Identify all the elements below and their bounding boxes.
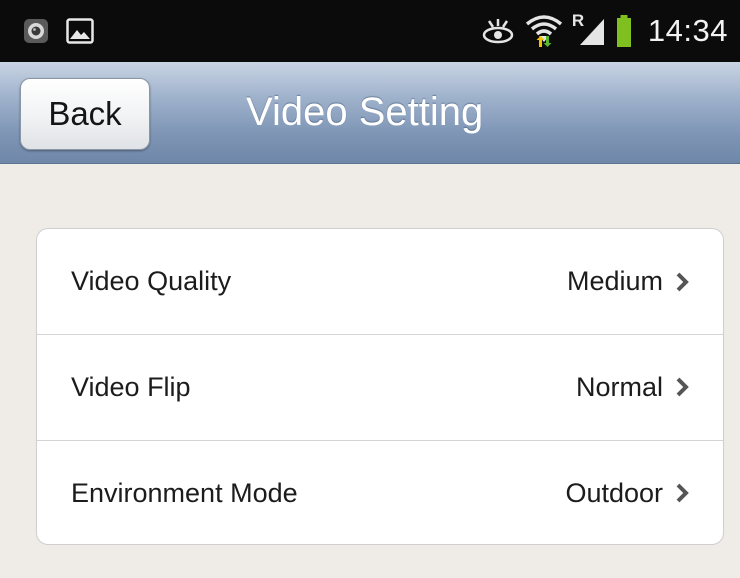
setting-value: Normal [575, 371, 663, 402]
wifi-icon [524, 15, 564, 47]
signal-icon: R [572, 11, 606, 45]
back-button[interactable]: Back [20, 78, 150, 150]
eye-icon [480, 17, 516, 45]
setting-value: Medium [566, 266, 663, 296]
setting-label: Video Quality [71, 266, 232, 296]
image-icon [66, 17, 94, 45]
page-title: Video Setting [246, 90, 484, 134]
status-time: 14:34 [647, 13, 728, 48]
status-right-icons: R 14:34 [480, 11, 740, 49]
chevron-right-icon [675, 271, 691, 293]
setting-label: Video Flip [71, 371, 191, 402]
setting-label: Environment Mode [71, 477, 298, 508]
setting-row-video-quality[interactable]: Video Quality Medium [37, 229, 723, 334]
setting-row-video-flip[interactable]: Video Flip Normal [37, 334, 723, 439]
setting-value: Outdoor [565, 477, 663, 508]
settings-list: Video Quality Medium Video Flip Normal E… [36, 228, 724, 545]
status-left-icons [0, 17, 94, 45]
battery-icon [614, 15, 634, 47]
setting-row-environment-mode[interactable]: Environment Mode Outdoor [37, 440, 723, 544]
status-bar: R 14:34 [0, 0, 740, 62]
chevron-right-icon [675, 376, 691, 398]
camera-app-icon [22, 17, 50, 45]
title-bar: Back Video Setting [0, 62, 740, 164]
roaming-label: R [571, 11, 585, 30]
chevron-right-icon [675, 482, 691, 504]
